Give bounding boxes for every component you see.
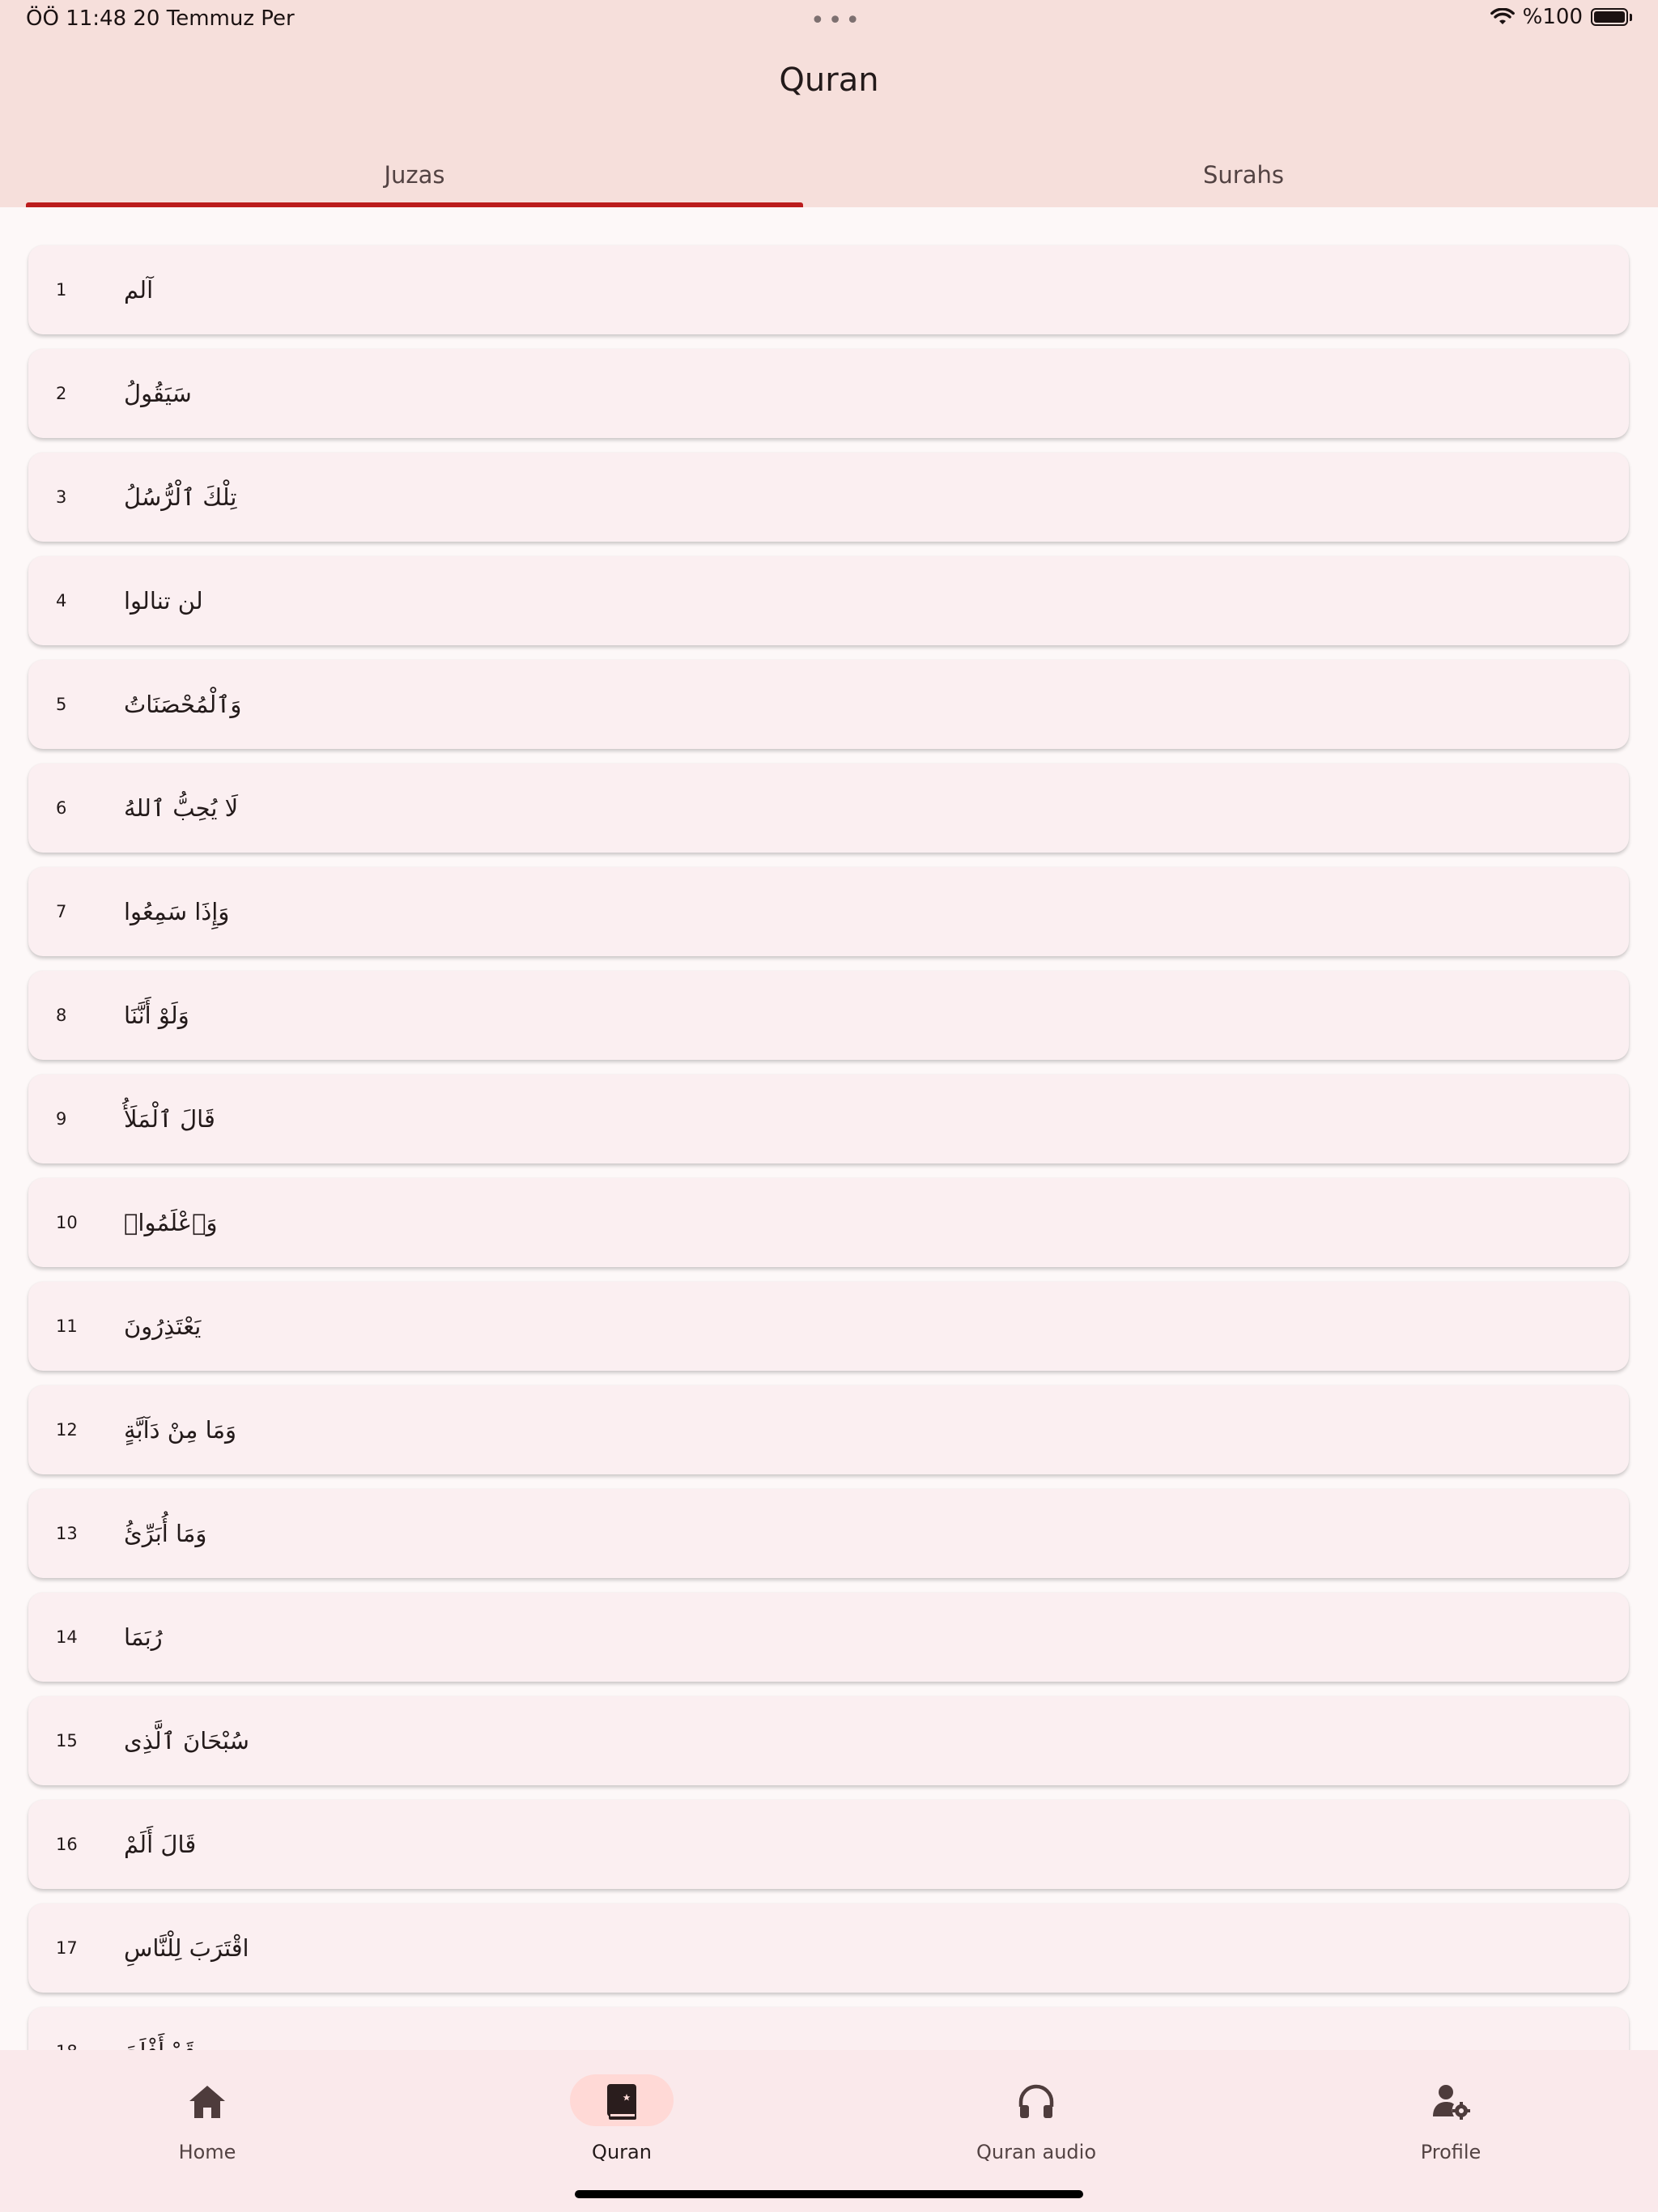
- juza-card[interactable]: 10 وَٱعْلَمُوا۟: [28, 1178, 1629, 1267]
- juza-number: 10: [56, 1213, 78, 1232]
- headphones-icon: [1018, 2084, 1054, 2118]
- juza-number: 2: [56, 384, 67, 403]
- juza-number: 8: [56, 1006, 67, 1025]
- juza-number: 12: [56, 1420, 78, 1440]
- page-title: Quran: [779, 62, 879, 99]
- juza-number: 1: [56, 280, 67, 300]
- nav-profile[interactable]: Profile: [1244, 2050, 1658, 2180]
- tab-surahs[interactable]: Surahs: [855, 146, 1632, 207]
- juza-name: قَالَ ٱلْمَلَأُ: [124, 1105, 215, 1133]
- juza-number: 6: [56, 798, 67, 818]
- juza-number: 3: [56, 487, 67, 507]
- status-time: ÖÖ 11:48 20 Temmuz Per: [26, 6, 295, 31]
- juza-name: وَمَا مِنْ دَآبَّةٍ: [124, 1416, 237, 1444]
- juza-number: 4: [56, 591, 67, 610]
- app-header: ÖÖ 11:48 20 Temmuz Per ••• %100 Quran Ju…: [0, 0, 1658, 207]
- home-icon: [189, 2086, 225, 2118]
- juza-name: وَإِذَا سَمِعُوا: [124, 898, 230, 925]
- juza-number: 11: [56, 1317, 78, 1336]
- nav-quran-audio[interactable]: Quran audio: [829, 2050, 1244, 2180]
- juza-card[interactable]: 5 وَٱلْمُحْصَنَاتُ: [28, 660, 1629, 749]
- juza-number: 16: [56, 1835, 78, 1854]
- juza-name: يَعْتَذِرُونَ: [124, 1312, 202, 1340]
- juza-name: اقْتَرَبَ لِلْنَّاسِ: [124, 1934, 249, 1962]
- status-bar: ÖÖ 11:48 20 Temmuz Per ••• %100: [0, 0, 1658, 39]
- juza-card[interactable]: 11 يَعْتَذِرُونَ: [28, 1282, 1629, 1371]
- nav-home-label: Home: [178, 2141, 236, 2163]
- juza-name: سَيَقُولُ: [124, 380, 192, 407]
- battery-icon: [1591, 8, 1628, 26]
- juza-name: آلم: [124, 276, 154, 304]
- juza-card[interactable]: 17 اقْتَرَبَ لِلْنَّاسِ: [28, 1904, 1629, 1993]
- status-indicators: %100: [1490, 5, 1632, 29]
- juza-name: لن تنالوا: [124, 587, 203, 615]
- multitasking-dots[interactable]: •••: [810, 6, 863, 35]
- tab-bar: Juzas Surahs: [0, 146, 1658, 207]
- juza-card[interactable]: 2 سَيَقُولُ: [28, 349, 1629, 438]
- juza-card[interactable]: 7 وَإِذَا سَمِعُوا: [28, 867, 1629, 956]
- juza-number: 14: [56, 1627, 78, 1647]
- juza-number: 17: [56, 1938, 78, 1958]
- juza-name: رُبَمَا: [124, 1623, 163, 1651]
- juza-number: 15: [56, 1731, 78, 1750]
- juza-card[interactable]: 15 سُبْحَانَ ٱلَّذِى: [28, 1696, 1629, 1785]
- nav-quran-label: Quran: [592, 2141, 652, 2163]
- nav-profile-label: Profile: [1420, 2141, 1482, 2163]
- juza-name: لَا يُحِبُّ ٱللهُ: [124, 794, 239, 822]
- juza-card[interactable]: 8 وَلَوْ أَنَّنَا: [28, 971, 1629, 1060]
- juza-number: 9: [56, 1109, 67, 1129]
- battery-tip: [1630, 13, 1632, 21]
- juza-name: سُبْحَانَ ٱلَّذِى: [124, 1727, 249, 1755]
- juza-card[interactable]: 9 قَالَ ٱلْمَلَأُ: [28, 1074, 1629, 1163]
- juza-number: 7: [56, 902, 67, 921]
- nav-home[interactable]: Home: [0, 2050, 414, 2180]
- juza-card[interactable]: 3 تِلْكَ ٱلْرُّسُلُ: [28, 453, 1629, 542]
- juza-name: وَٱعْلَمُوا۟: [124, 1209, 218, 1236]
- juza-name: وَلَوْ أَنَّنَا: [124, 1002, 189, 1029]
- juza-name: وَٱلْمُحْصَنَاتُ: [124, 691, 242, 718]
- juza-number: 5: [56, 695, 67, 714]
- bottom-navigation: Home Quran Quran audio Profile: [0, 2050, 1658, 2212]
- juza-number: 18: [56, 2007, 78, 2050]
- quran-book-icon: [607, 2084, 636, 2120]
- juza-list[interactable]: 1 آلم 2 سَيَقُولُ 3 تِلْكَ ٱلْرُّسُلُ 4 لن تنال…: [0, 207, 1658, 2050]
- juza-number: 13: [56, 1524, 78, 1543]
- juza-card[interactable]: 6 لَا يُحِبُّ ٱللهُ: [28, 764, 1629, 853]
- juza-card[interactable]: 1 آلم: [28, 245, 1629, 334]
- juza-name: قَالَ أَلَمْ: [124, 1831, 197, 1858]
- juza-card[interactable]: 18 قَدْ أَفْلَحَ: [28, 2007, 1629, 2050]
- home-indicator[interactable]: [575, 2190, 1083, 2198]
- nav-quran[interactable]: Quran: [414, 2050, 829, 2180]
- juza-name: قَدْ أَفْلَحَ: [124, 2007, 196, 2050]
- juza-card[interactable]: 16 قَالَ أَلَمْ: [28, 1800, 1629, 1889]
- nav-quran-audio-label: Quran audio: [976, 2141, 1097, 2163]
- user-settings-icon: [1433, 2085, 1470, 2120]
- juza-card[interactable]: 12 وَمَا مِنْ دَآبَّةٍ: [28, 1385, 1629, 1474]
- juza-name: تِلْكَ ٱلْرُّسُلُ: [124, 483, 237, 511]
- juza-name: وَمَا أُبَرِّئُ: [124, 1520, 207, 1547]
- juza-card[interactable]: 4 لن تنالوا: [28, 556, 1629, 645]
- juza-card[interactable]: 14 رُبَمَا: [28, 1593, 1629, 1682]
- wifi-icon: [1490, 8, 1515, 24]
- tab-juzas[interactable]: Juzas: [26, 146, 803, 207]
- battery-percent: %100: [1522, 5, 1583, 29]
- juza-card[interactable]: 13 وَمَا أُبَرِّئُ: [28, 1489, 1629, 1578]
